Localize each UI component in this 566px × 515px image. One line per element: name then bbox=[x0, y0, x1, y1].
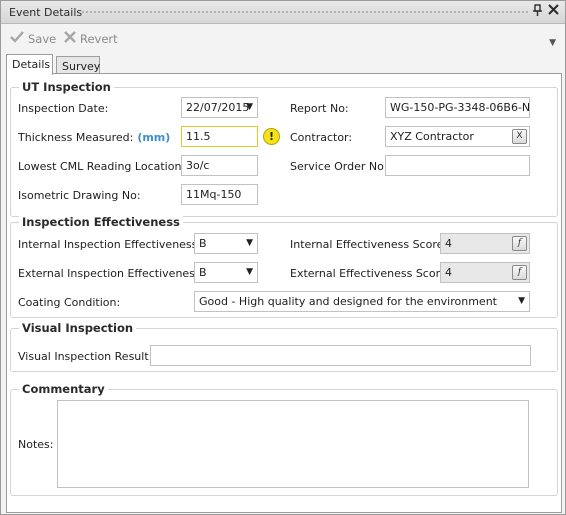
inspection-effectiveness-title: Inspection Effectiveness bbox=[19, 215, 183, 229]
contractor-value: XYZ Contractor bbox=[390, 130, 474, 143]
clear-contractor-button[interactable]: X bbox=[512, 129, 527, 144]
thickness-unit: (mm) bbox=[137, 131, 171, 144]
ut-inspection-title: UT Inspection bbox=[19, 80, 114, 94]
ut-inspection-group: UT Inspection Inspection Date: 22/07/201… bbox=[10, 80, 558, 217]
service-order-label: Service Order No: bbox=[290, 160, 388, 173]
commentary-title: Commentary bbox=[19, 382, 108, 396]
report-no-value: WG-150-PG-3348-06B6-N bbox=[390, 101, 530, 114]
tab-survey[interactable]: Survey bbox=[56, 56, 100, 74]
external-effectiveness-select[interactable]: B ▼ bbox=[194, 262, 258, 283]
chevron-down-icon: ▼ bbox=[246, 238, 253, 248]
lowest-cml-value: 3o/c bbox=[186, 159, 210, 172]
visual-inspection-group: Visual Inspection Visual Inspection Resu… bbox=[10, 321, 558, 372]
visual-inspection-result-field[interactable] bbox=[150, 345, 531, 366]
notes-label: Notes: bbox=[18, 438, 54, 451]
save-button[interactable]: Save bbox=[10, 30, 56, 48]
thickness-measured-text: Thickness Measured: bbox=[18, 131, 134, 144]
external-effectiveness-label: External Inspection Effectiveness: bbox=[18, 267, 205, 280]
inspection-date-picker[interactable]: 22/07/2015 ▼ bbox=[181, 97, 258, 118]
tab-details-label: Details bbox=[12, 58, 51, 71]
contractor-field[interactable]: XYZ Contractor bbox=[385, 126, 530, 147]
close-icon[interactable] bbox=[546, 4, 561, 20]
details-panel: UT Inspection Inspection Date: 22/07/201… bbox=[6, 73, 562, 513]
thickness-measured-label: Thickness Measured: (mm) bbox=[18, 131, 170, 144]
thickness-measured-value: 11.5 bbox=[186, 130, 211, 143]
contractor-label: Contractor: bbox=[290, 131, 353, 144]
toolbar: Save Revert ▼ bbox=[1, 24, 565, 52]
notes-textarea[interactable] bbox=[57, 400, 529, 488]
inspection-date-label: Inspection Date: bbox=[18, 102, 109, 115]
service-order-field[interactable] bbox=[385, 155, 530, 176]
toolbar-overflow-icon[interactable]: ▼ bbox=[549, 38, 556, 48]
isometric-drawing-label: Isometric Drawing No: bbox=[18, 189, 141, 202]
revert-x-icon bbox=[64, 31, 76, 47]
internal-score-label: Internal Effectiveness Score: bbox=[290, 238, 448, 251]
isometric-drawing-value: 11Mq-150 bbox=[186, 188, 242, 201]
inspection-date-value: 22/07/2015 bbox=[186, 101, 250, 114]
internal-score-value: 4 bbox=[445, 237, 452, 250]
save-label: Save bbox=[28, 32, 57, 46]
title-bar-grip[interactable] bbox=[81, 10, 529, 15]
visual-inspection-title: Visual Inspection bbox=[19, 321, 137, 335]
tab-details[interactable]: Details bbox=[6, 54, 53, 75]
event-details-window: Event Details Save Revert ▼ Details Surv… bbox=[0, 0, 566, 515]
coating-condition-value: Good - High quality and designed for the… bbox=[199, 295, 497, 308]
external-score-formula-button[interactable]: f bbox=[512, 265, 527, 280]
report-no-label: Report No: bbox=[290, 102, 349, 115]
revert-button[interactable]: Revert bbox=[64, 30, 118, 48]
coating-condition-select[interactable]: Good - High quality and designed for the… bbox=[194, 291, 530, 312]
coating-condition-label: Coating Condition: bbox=[18, 296, 121, 309]
inspection-effectiveness-group: Inspection Effectiveness Internal Inspec… bbox=[10, 215, 558, 318]
isometric-drawing-field[interactable]: 11Mq-150 bbox=[181, 184, 258, 205]
tab-survey-label: Survey bbox=[62, 60, 101, 73]
title-bar: Event Details bbox=[1, 1, 565, 24]
external-score-label: External Effectiveness Score: bbox=[290, 267, 451, 280]
lowest-cml-label: Lowest CML Reading Location: bbox=[18, 160, 186, 173]
lowest-cml-field[interactable]: 3o/c bbox=[181, 155, 258, 176]
internal-effectiveness-select[interactable]: B ▼ bbox=[194, 233, 258, 254]
commentary-group: Commentary Notes: bbox=[10, 382, 558, 496]
report-no-field[interactable]: WG-150-PG-3348-06B6-N bbox=[385, 97, 530, 118]
internal-effectiveness-value: B bbox=[199, 237, 207, 250]
internal-score-formula-button[interactable]: f bbox=[512, 236, 527, 251]
visual-inspection-result-label: Visual Inspection Result: bbox=[18, 350, 153, 363]
chevron-down-icon: ▼ bbox=[246, 267, 253, 277]
thickness-measured-input[interactable]: 11.5 bbox=[181, 126, 258, 147]
warning-icon[interactable]: ! bbox=[263, 128, 280, 145]
internal-effectiveness-label: Internal Inspection Effectiveness: bbox=[18, 238, 202, 251]
pin-icon[interactable] bbox=[530, 4, 545, 20]
chevron-down-icon: ▼ bbox=[246, 102, 253, 112]
external-score-value: 4 bbox=[445, 266, 452, 279]
chevron-down-icon: ▼ bbox=[518, 296, 525, 306]
window-title: Event Details bbox=[9, 6, 83, 19]
revert-label: Revert bbox=[80, 32, 118, 46]
check-icon bbox=[10, 31, 24, 47]
external-effectiveness-value: B bbox=[199, 266, 207, 279]
